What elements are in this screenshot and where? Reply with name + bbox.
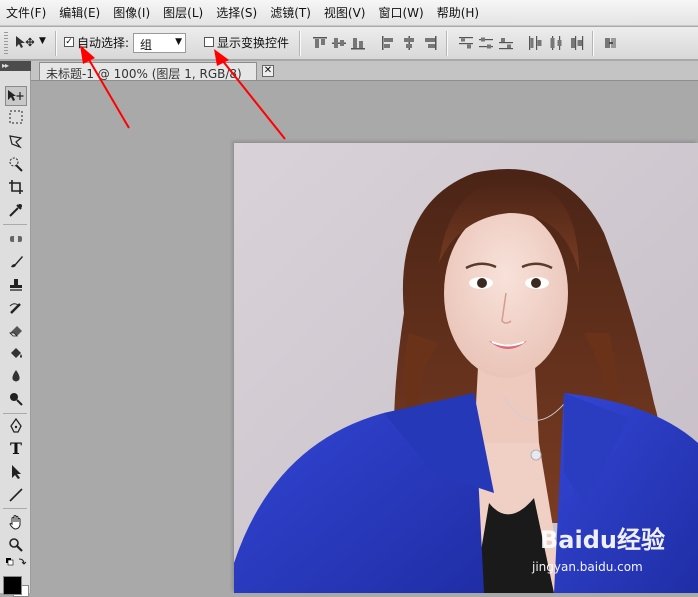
clone-stamp-tool[interactable] <box>5 275 27 295</box>
menu-image[interactable]: 图像(I) <box>113 4 159 21</box>
marquee-tool[interactable] <box>5 108 27 128</box>
auto-select-checkbox[interactable]: ✓ <box>64 37 74 47</box>
close-icon[interactable]: ✕ <box>262 65 274 77</box>
swap-colors-icon <box>6 558 27 566</box>
align-left-edges-icon[interactable] <box>380 35 396 51</box>
align-vertical-centers-icon[interactable] <box>331 35 347 51</box>
dodge-icon <box>10 393 23 406</box>
pen-icon <box>10 418 22 433</box>
watermark-brand: Baidu经验 <box>540 526 665 554</box>
crop-icon <box>9 180 23 194</box>
hand-tool[interactable] <box>5 512 27 532</box>
path-selection-tool[interactable] <box>5 462 27 482</box>
stamp-icon <box>10 279 22 291</box>
eraser-tool[interactable] <box>5 320 27 340</box>
move-tool-icon <box>14 34 36 54</box>
lasso-tool[interactable] <box>5 131 27 151</box>
line-tool[interactable] <box>5 485 27 505</box>
quick-selection-icon <box>9 157 23 172</box>
pen-tool[interactable] <box>5 416 27 436</box>
tools-panel-collapse-toggle[interactable]: ▸▸ <box>0 61 31 71</box>
zoom-tool[interactable] <box>5 535 27 555</box>
healing-brush-tool[interactable] <box>5 229 27 249</box>
divider <box>299 31 301 56</box>
show-transform-controls-checkbox[interactable] <box>204 37 214 47</box>
menu-filter[interactable]: 滤镜(T) <box>270 4 320 21</box>
auto-align-layers-icon[interactable] <box>603 35 619 51</box>
blur-tool[interactable] <box>5 366 27 386</box>
align-bottom-edges-icon[interactable] <box>350 35 366 51</box>
menu-layer[interactable]: 图层(L) <box>163 4 212 21</box>
menu-view[interactable]: 视图(V) <box>324 4 375 21</box>
menu-select[interactable]: 选择(S) <box>216 4 266 21</box>
document-tab-title: 未标题-1 @ 100% (图层 1, RGB/8) <box>46 67 242 81</box>
divider <box>3 224 27 225</box>
divider <box>55 31 57 56</box>
show-transform-controls-label: 显示变换控件 <box>217 36 290 50</box>
document-tab[interactable]: 未标题-1 @ 100% (图层 1, RGB/8) ✕ <box>39 62 274 81</box>
default-colors-swap[interactable] <box>5 555 27 571</box>
divider <box>592 31 594 56</box>
tool-preset-picker[interactable]: ▼ <box>14 34 50 52</box>
eraser-icon <box>9 326 22 337</box>
paint-bucket-tool[interactable] <box>5 343 27 363</box>
dodge-tool[interactable] <box>5 389 27 409</box>
divider <box>446 31 448 56</box>
bandage-icon <box>10 236 22 242</box>
chevron-down-icon: ▼ <box>175 37 182 47</box>
distribute-vertical-centers-icon[interactable] <box>478 35 494 51</box>
document-tab-bar: 未标题-1 @ 100% (图层 1, RGB/8) ✕ <box>31 61 698 81</box>
menu-edit[interactable]: 编辑(E) <box>59 4 109 21</box>
distribute-horizontal-centers-icon[interactable] <box>548 35 564 51</box>
brush-icon <box>11 256 23 268</box>
paint-bucket-icon <box>11 348 22 358</box>
type-tool[interactable]: T <box>5 439 27 459</box>
eyedropper-icon <box>9 204 22 217</box>
quick-selection-tool[interactable] <box>5 154 27 174</box>
options-bar-grip[interactable] <box>4 32 8 54</box>
distribute-right-edges-icon[interactable] <box>568 35 584 51</box>
path-selection-arrow-icon <box>12 465 21 479</box>
menu-file[interactable]: 文件(F) <box>6 4 55 21</box>
move-tool[interactable] <box>5 86 27 106</box>
menu-window[interactable]: 窗口(W) <box>378 4 432 21</box>
align-top-edges-icon[interactable] <box>312 35 328 51</box>
line-icon <box>9 488 23 502</box>
crop-tool[interactable] <box>5 177 27 197</box>
history-brush-tool[interactable] <box>5 298 27 318</box>
align-horizontal-centers-icon[interactable] <box>401 35 417 51</box>
align-right-edges-icon[interactable] <box>422 35 438 51</box>
tools-panel: ▸▸ T <box>0 61 31 597</box>
foreground-color-swatch[interactable] <box>3 576 22 595</box>
water-drop-icon <box>12 370 20 382</box>
hand-icon <box>9 515 21 530</box>
divider <box>3 413 27 414</box>
magnifier-icon <box>9 538 23 552</box>
rectangular-marquee-icon <box>9 110 23 124</box>
chevron-down-icon: ▼ <box>39 36 46 46</box>
history-brush-icon <box>9 303 21 314</box>
distribute-left-edges-icon[interactable] <box>527 35 543 51</box>
auto-select-target-value: 组 <box>140 38 153 52</box>
auto-select-label: 自动选择: <box>77 36 130 50</box>
watermark-url: jingyan.baidu.com <box>532 560 643 574</box>
brush-tool[interactable] <box>5 252 27 272</box>
lasso-icon <box>9 135 23 149</box>
menu-bar: 文件(F) 编辑(E) 图像(I) 图层(L) 选择(S) 滤镜(T) 视图(V… <box>0 0 698 26</box>
options-bar: ▼ ✓ 自动选择: 组 ▼ 显示变换控件 <box>0 27 698 60</box>
eyedropper-tool[interactable] <box>5 200 27 220</box>
move-tool-icon <box>8 90 24 101</box>
distribute-bottom-edges-icon[interactable] <box>498 35 514 51</box>
distribute-top-edges-icon[interactable] <box>458 35 474 51</box>
auto-select-target-dropdown[interactable]: 组 ▼ <box>133 33 186 53</box>
divider <box>3 508 27 509</box>
menu-help[interactable]: 帮助(H) <box>437 4 488 21</box>
